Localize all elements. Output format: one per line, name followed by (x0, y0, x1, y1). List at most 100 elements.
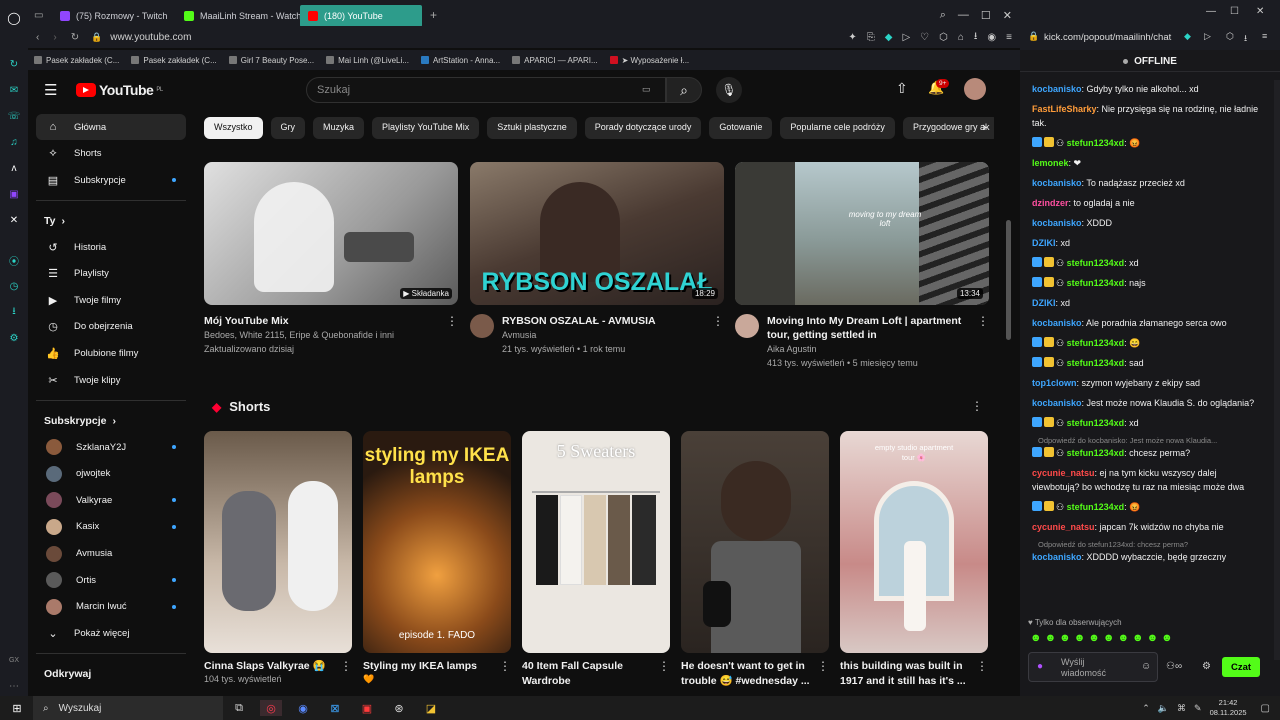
hamburger-icon[interactable]: ☰ (44, 81, 57, 99)
bookmark-item[interactable]: Mai Linh (@LiveLi... (326, 56, 409, 65)
opera-gx-icon[interactable]: ◎ (260, 700, 282, 716)
menu-icon[interactable]: ≡ (1262, 31, 1267, 41)
short-card[interactable]: styling my IKEA lamps episode 1. FADO St… (363, 431, 511, 685)
search-input[interactable]: Szukaj (306, 77, 666, 103)
sidebar-item-shorts[interactable]: ⟡ Shorts (36, 141, 186, 167)
chat-username[interactable]: DZIKI (1032, 238, 1056, 248)
download-icon[interactable]: ⭳ (1244, 31, 1247, 47)
music-icon[interactable]: ♫ (7, 135, 21, 149)
tray-chevron-icon[interactable]: ⌃ (1142, 703, 1150, 714)
pen-icon[interactable]: ✎ (1194, 703, 1202, 714)
minimize-icon[interactable]: — (1206, 6, 1216, 17)
chat-username[interactable]: cycunie_natsu (1032, 468, 1095, 478)
short-title[interactable]: He doesn't want to get in trouble 😅 #wed… (681, 659, 829, 689)
send-chat-button[interactable]: Czat (1222, 657, 1260, 677)
bookmark-item[interactable]: Pasek zakładek (C... (34, 56, 119, 65)
sidebar-sub-ortis[interactable]: Ortis (36, 567, 186, 593)
video-title[interactable]: RYBSON OSZALAŁ - AVMUSIA (502, 314, 706, 328)
scrollbar[interactable] (1006, 220, 1011, 340)
subscriptions-section-title[interactable]: Subskrypcje › (36, 408, 186, 434)
chip[interactable]: Playlisty YouTube Mix (372, 117, 480, 139)
whatsapp-icon[interactable]: ☏ (7, 109, 21, 123)
sidebar-item-liked[interactable]: 👍 Polubione filmy (36, 341, 186, 367)
search-button[interactable]: ⌕ (666, 77, 702, 103)
history-icon[interactable]: ◷ (7, 279, 21, 293)
shield-icon[interactable]: ◆ (1184, 31, 1191, 42)
youtube-music-icon[interactable]: ▣ (356, 700, 378, 716)
download-icon[interactable]: ⭳ (7, 305, 21, 319)
video-title[interactable]: Moving Into My Dream Loft | apartment to… (767, 314, 971, 342)
more-options-icon[interactable]: ⋮ (977, 314, 989, 328)
bookmark-item[interactable]: APARICI — APARI... (512, 56, 598, 65)
chat-username[interactable]: stefun1234xd (1067, 278, 1125, 288)
task-view-icon[interactable]: ⧉ (228, 700, 250, 716)
video-title[interactable]: Mój YouTube Mix (204, 314, 458, 328)
youtube-logo[interactable]: YouTube PL (76, 82, 163, 98)
chat-username[interactable]: stefun1234xd (1067, 502, 1125, 512)
emote-bar[interactable]: ☻☻☻☻☻☻☻☻☻☻ (1030, 632, 1270, 646)
sidebar-sub-marcin[interactable]: Marcin Iwuć (36, 594, 186, 620)
chip[interactable]: Gotowanie (709, 117, 773, 139)
short-card[interactable]: Cinna Slaps Valkyrae 😭 104 tys. wyświetl… (204, 431, 352, 684)
chat-username[interactable]: stefun1234xd (1067, 138, 1125, 148)
chat-username[interactable]: stefun1234xd (1067, 358, 1125, 368)
chat-input[interactable]: ● Wyślij wiadomość ☺ (1028, 652, 1158, 682)
channel-name[interactable]: Aika Agustin (767, 342, 971, 356)
heart-icon[interactable]: ♡ (920, 32, 929, 43)
settings-icon[interactable]: ⚙ (1202, 661, 1211, 672)
extensions-icon[interactable]: ⬡ (1226, 31, 1234, 42)
menu-icon[interactable]: ≡ (1006, 32, 1012, 43)
bookmark-item[interactable]: ArtStation - Anna... (420, 56, 500, 65)
more-options-icon[interactable]: ⋮ (971, 399, 983, 413)
short-card[interactable]: empty studio apartment tour 🌸 this build… (840, 431, 988, 689)
video-card[interactable]: RYBSON OSZALAŁ 18:29 RYBSON OSZALAŁ - AV… (470, 162, 724, 356)
chat-username[interactable]: kocbanisko (1032, 84, 1082, 94)
twitch-icon[interactable]: ▣ (7, 187, 21, 201)
chip[interactable]: Wszystko (204, 117, 263, 139)
x-icon[interactable]: ✕ (7, 213, 21, 227)
tab-youtube[interactable]: (180) YouTube (300, 5, 422, 27)
chat-username[interactable]: stefun1234xd (1067, 338, 1125, 348)
chat-username[interactable]: FastLifeSharky (1032, 104, 1097, 114)
tab-manager-icon[interactable]: ▭ (34, 10, 52, 21)
short-title[interactable]: this building was built in 1917 and it s… (840, 659, 988, 689)
channel-avatar[interactable] (470, 314, 494, 338)
chat-username[interactable]: lemonek (1032, 158, 1069, 168)
minimize-icon[interactable]: — (958, 9, 969, 21)
more-options-icon[interactable]: ⋮ (658, 659, 670, 673)
back-icon[interactable]: ‹ (36, 32, 39, 43)
short-thumbnail[interactable]: empty studio apartment tour 🌸 (840, 431, 988, 653)
reload-icon[interactable]: ↻ (71, 32, 79, 43)
video-thumbnail[interactable]: moving to my dream loft 13:34 (735, 162, 989, 305)
shield-icon[interactable]: ◆ (885, 32, 893, 43)
extensions-icon[interactable]: ⬡ (939, 32, 948, 43)
short-thumbnail[interactable]: 5 Sweaters (522, 431, 670, 653)
keyboard-icon[interactable]: ▭ (642, 84, 651, 95)
sidebar-sub-kasix[interactable]: Kasix (36, 514, 186, 540)
maximize-icon[interactable]: ☐ (981, 9, 991, 22)
chat-username[interactable]: stefun1234xd (1067, 418, 1125, 428)
more-options-icon[interactable]: ⋮ (976, 659, 988, 673)
more-options-icon[interactable]: ⋮ (817, 659, 829, 673)
camera-icon[interactable]: ◉ (987, 32, 996, 43)
more-icon[interactable]: ⋯ (7, 679, 21, 693)
chat-username[interactable]: kocbanisko (1032, 318, 1082, 328)
player-icon[interactable]: ▷ (1204, 31, 1211, 42)
chat-url[interactable]: kick.com/popout/maailinh/chat (1044, 32, 1171, 43)
bookmark-item[interactable]: Pasek zakładek (C... (131, 56, 217, 65)
settings-icon[interactable]: ⚙ (7, 331, 21, 345)
chevron-right-icon[interactable]: › (982, 119, 986, 134)
chat-username[interactable]: top1clown (1032, 378, 1077, 388)
video-card[interactable]: moving to my dream loft 13:34 Moving Int… (735, 162, 989, 370)
close-icon[interactable]: ✕ (1256, 6, 1264, 17)
chip[interactable]: Przygodowe gry ak (902, 117, 994, 139)
sidebar-sub-ojwojtek[interactable]: ojwojtek (36, 461, 186, 487)
short-thumbnail[interactable] (204, 431, 352, 653)
video-thumbnail[interactable]: ▶ Składanka (204, 162, 458, 305)
bookmark-item[interactable]: ➤ Wyposażenie ł... (609, 56, 689, 65)
play-icon[interactable]: ⦿ (7, 253, 21, 268)
tab-kick[interactable]: MaaiLinh Stream - Watch (176, 5, 300, 27)
chat-username[interactable]: dzindzer (1032, 198, 1069, 208)
player-icon[interactable]: ▷ (902, 32, 910, 43)
chip[interactable]: Porady dotyczące urody (584, 117, 702, 139)
